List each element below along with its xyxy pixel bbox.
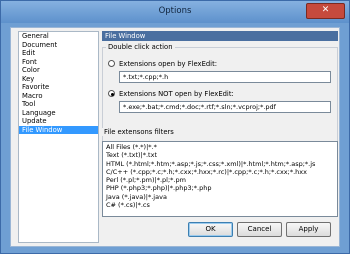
category-item[interactable]: Color xyxy=(19,66,98,75)
filter-line: Text (*.txt)|*.txt xyxy=(106,151,157,160)
radio-extensions-not-open-label[interactable]: Extensions NOT open by FlexEdit: xyxy=(119,90,234,98)
filter-line: PHP (*.php3;*.php)|*.php3;*.php xyxy=(106,184,212,193)
filter-line: All Files (*.*)|*.* xyxy=(106,143,157,151)
category-item[interactable]: Font xyxy=(19,58,98,67)
radio-extensions-open-label[interactable]: Extensions open by FlexEdit: xyxy=(119,60,217,68)
category-item[interactable]: Edit xyxy=(19,49,98,58)
cancel-button[interactable]: Cancel xyxy=(237,222,282,237)
category-item[interactable]: Document xyxy=(19,41,98,50)
ok-button[interactable]: OK xyxy=(188,222,233,237)
filter-line: C/C++ (*.cpp;*.c;*.h;*.cxx;*.hxx;*.rc)|*… xyxy=(106,167,307,176)
filter-line: C# (*.cs)|*.cs xyxy=(106,201,150,210)
filter-line: Java (*.java)|*.java xyxy=(106,192,167,201)
close-icon: ✕ xyxy=(321,5,330,15)
apply-button[interactable]: Apply xyxy=(286,222,331,237)
category-item[interactable]: Update xyxy=(19,117,98,126)
double-click-group-label: Double click action xyxy=(106,43,175,51)
extensions-open-input[interactable]: *.txt;*.cpp;*.h xyxy=(119,71,331,83)
category-item[interactable]: Macro xyxy=(19,92,98,101)
panel-header: File Window xyxy=(102,31,338,41)
filter-line: HTML (*.html;*.htm;*.asp;*.js;*.css;*.xm… xyxy=(106,159,316,168)
filter-line: Perl (*.pl;*.pm)|*.pl;*.pm xyxy=(106,176,186,185)
category-item[interactable]: Key xyxy=(19,75,98,84)
filters-textarea[interactable]: All Files (*.*)|*.* Text (*.txt)|*.txt HTM… xyxy=(102,141,338,217)
radio-extensions-open[interactable] xyxy=(108,60,115,67)
close-button[interactable]: ✕ xyxy=(306,3,345,19)
options-window: Options ✕ General Document Edit Font Color Ke… xyxy=(0,0,350,254)
category-item[interactable]: General xyxy=(19,32,98,41)
category-item[interactable]: Favorite xyxy=(19,83,98,92)
category-item[interactable]: File Window xyxy=(19,125,98,134)
radio-extensions-not-open[interactable] xyxy=(108,90,115,97)
category-item[interactable]: Tool xyxy=(19,100,98,109)
filters-group-label: File extensons filters xyxy=(102,128,176,136)
category-item[interactable]: Language xyxy=(19,109,98,118)
extensions-not-open-input[interactable]: *.exe;*.bat;*.cmd;*.doc;*.rtf;*.sln;*.vc… xyxy=(119,101,331,113)
window-title: Options xyxy=(158,6,192,16)
category-list[interactable]: General Document Edit Font Color Key Favorite M… xyxy=(18,31,99,243)
title-bar[interactable]: Options ✕ xyxy=(1,1,349,23)
dialog-body: General Document Edit Font Color Key Favorite M… xyxy=(10,27,340,247)
